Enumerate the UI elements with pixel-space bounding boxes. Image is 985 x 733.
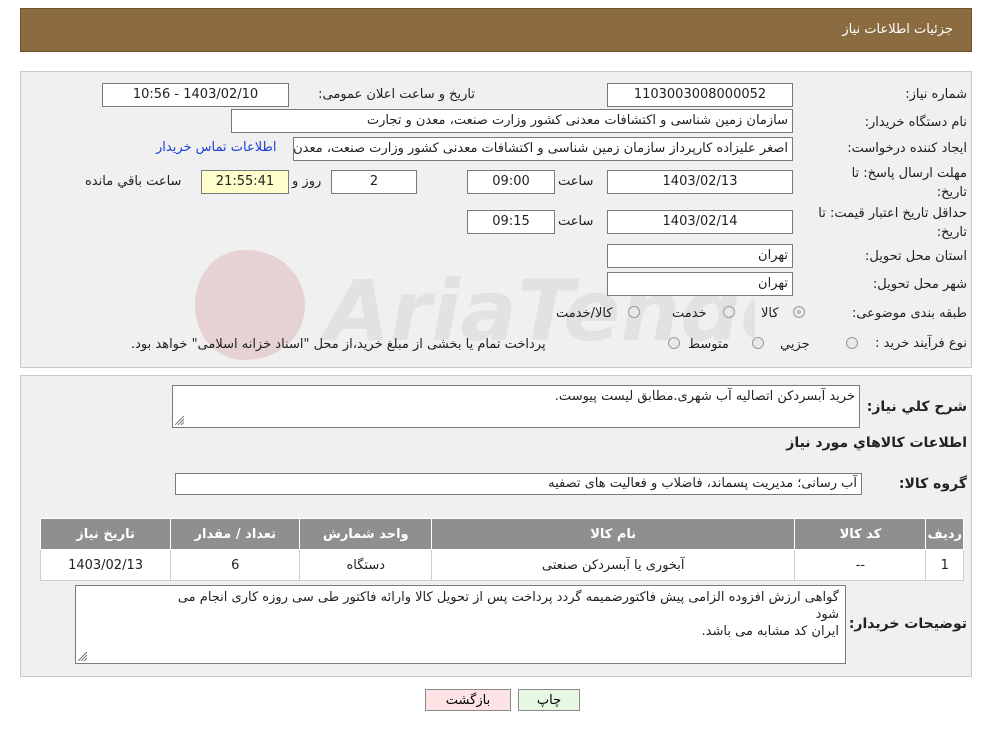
reply-deadline-label: مهلت ارسال پاسخ: تا bbox=[851, 166, 967, 181]
goods-table: ردیف کد کالا نام کالا واحد شمارش تعداد /… bbox=[39, 518, 964, 581]
treasury-payment-note: پرداخت تمام یا بخشی از مبلغ خرید،از محل … bbox=[131, 337, 546, 352]
province-field: تهران bbox=[607, 244, 793, 268]
col-unit: واحد شمارش bbox=[299, 518, 433, 550]
col-quantity: تعداد / مقدار bbox=[170, 518, 301, 550]
col-goods-code: کد کالا bbox=[794, 518, 927, 550]
reply-time-field: 09:00 bbox=[467, 170, 555, 194]
remaining-time-label: ساعت باقي مانده bbox=[85, 174, 182, 189]
process-minor-label: جزیي bbox=[780, 337, 810, 352]
reply-time-label: ساعت bbox=[558, 174, 594, 189]
category-service-label: خدمت bbox=[672, 306, 707, 321]
goods-group-label: گروه کالا: bbox=[898, 476, 967, 492]
treasury-payment-radio[interactable] bbox=[668, 337, 680, 349]
buyer-notes-line-1: گواهی ارزش افزوده الزامی پیش فاکتورضمیمه… bbox=[177, 590, 839, 605]
process-medium-label: متوسط bbox=[688, 337, 729, 352]
cell-quantity: 6 bbox=[170, 549, 301, 581]
description-label: شرح کلي نیاز: bbox=[866, 399, 967, 415]
reply-date-field: 1403/02/13 bbox=[607, 170, 793, 194]
category-service-radio[interactable] bbox=[723, 306, 735, 318]
buyer-org-field: سازمان زمین شناسی و اکتشافات معدنی کشور … bbox=[231, 109, 793, 133]
buyer-org-label: نام دستگاه خریدار: bbox=[864, 115, 967, 130]
cell-goods-name: آبخوری یا آبسردکن صنعتی bbox=[431, 549, 796, 581]
reply-deadline-date-label: تاریخ: bbox=[936, 185, 967, 200]
validity-time-label: ساعت bbox=[558, 214, 594, 229]
page-title: جزئیات اطلاعات نیاز bbox=[842, 22, 953, 37]
goods-info-title: اطلاعات کالاهاي مورد نیاز bbox=[786, 435, 967, 451]
validity-time-field: 09:15 bbox=[467, 210, 555, 234]
need-number-field: 1103003008000052 bbox=[607, 83, 793, 107]
announce-datetime-label: تاریخ و ساعت اعلان عمومی: bbox=[318, 87, 475, 102]
remaining-time-field: 21:55:41 bbox=[201, 170, 289, 194]
process-type-label: نوع فرآیند خرید : bbox=[875, 336, 967, 351]
buyer-notes-textarea[interactable]: گواهی ارزش افزوده الزامی پیش فاکتورضمیمه… bbox=[75, 585, 846, 664]
resize-grip-icon[interactable] bbox=[175, 416, 184, 425]
city-label: شهر محل تحویل: bbox=[872, 277, 967, 292]
category-goods-service-radio[interactable] bbox=[628, 306, 640, 318]
goods-group-field: آب رسانی؛ مدیریت پسماند، فاضلاب و فعالیت… bbox=[175, 473, 862, 495]
col-goods-name: نام کالا bbox=[431, 518, 796, 550]
validity-date-field: 1403/02/14 bbox=[607, 210, 793, 234]
buyer-contact-link[interactable]: اطلاعات تماس خریدار bbox=[156, 140, 276, 155]
announce-datetime-field: 1403/02/10 - 10:56 bbox=[102, 83, 289, 107]
validity-deadline-label: حداقل تاریخ اعتبار قیمت: تا bbox=[818, 206, 967, 221]
col-need-date: تاریخ نیاز bbox=[39, 518, 172, 550]
city-field: تهران bbox=[607, 272, 793, 296]
goods-table-wrap: ردیف کد کالا نام کالا واحد شمارش تعداد /… bbox=[39, 518, 964, 581]
col-row: ردیف bbox=[925, 518, 964, 550]
province-label: استان محل تحویل: bbox=[865, 249, 967, 264]
cell-goods-code: -- bbox=[794, 549, 927, 581]
back-button[interactable]: بازگشت bbox=[425, 689, 511, 711]
table-row: 1 -- آبخوری یا آبسردکن صنعتی دستگاه 6 14… bbox=[39, 549, 964, 581]
category-goods-label: کالا bbox=[761, 306, 779, 321]
category-goods-service-label: کالا/خدمت bbox=[556, 306, 613, 321]
process-minor-radio[interactable] bbox=[846, 337, 858, 349]
description-text: خرید آبسردکن اتصالیه آب شهری.مطابق لیست … bbox=[554, 389, 855, 404]
cell-unit: دستگاه bbox=[299, 549, 433, 581]
days-remaining-field: 2 bbox=[331, 170, 417, 194]
print-button[interactable]: چاپ bbox=[518, 689, 580, 711]
cell-need-date: 1403/02/13 bbox=[39, 549, 172, 581]
page-header: جزئیات اطلاعات نیاز bbox=[20, 8, 972, 52]
table-header-row: ردیف کد کالا نام کالا واحد شمارش تعداد /… bbox=[39, 518, 964, 550]
need-number-label: شماره نیاز: bbox=[905, 87, 967, 102]
cell-row: 1 bbox=[925, 549, 964, 581]
resize-grip-icon[interactable] bbox=[78, 652, 87, 661]
buyer-notes-line-3: ایران کد مشابه می باشد. bbox=[701, 624, 839, 639]
creator-field: اصغر علیزاده کارپرداز سازمان زمین شناسی … bbox=[293, 137, 793, 161]
days-label: روز و bbox=[292, 174, 322, 189]
process-medium-radio[interactable] bbox=[752, 337, 764, 349]
category-goods-radio[interactable] bbox=[793, 306, 805, 318]
buyer-notes-label: توضیحات خریدار: bbox=[848, 616, 967, 632]
buyer-notes-line-2: شود bbox=[815, 607, 839, 622]
description-textarea[interactable]: خرید آبسردکن اتصالیه آب شهری.مطابق لیست … bbox=[172, 385, 860, 428]
category-label: طبقه بندی موضوعی: bbox=[851, 306, 967, 321]
creator-label: ایجاد کننده درخواست: bbox=[847, 141, 967, 156]
validity-date-label: تاریخ: bbox=[936, 225, 967, 240]
